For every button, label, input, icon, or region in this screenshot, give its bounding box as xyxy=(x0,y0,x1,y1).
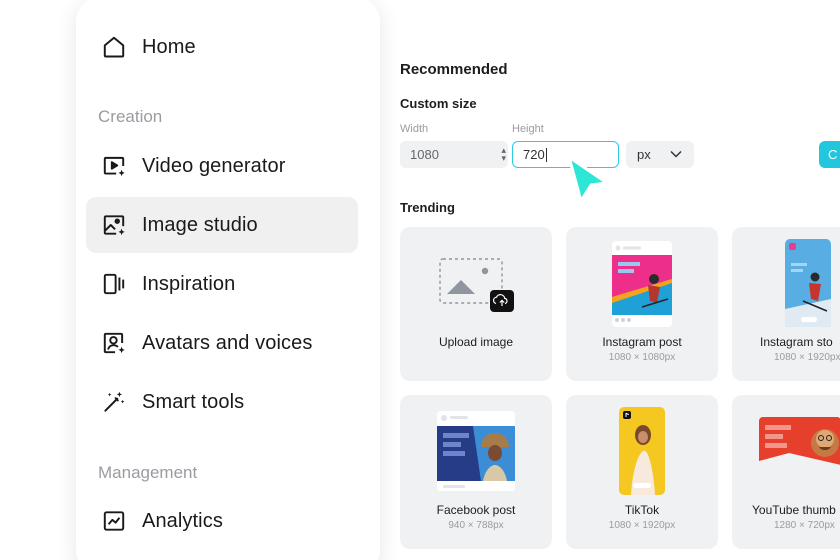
width-value: 1080 xyxy=(410,147,439,162)
upload-image-card[interactable]: Upload image xyxy=(400,227,552,381)
instagram-post-card[interactable]: Instagram post 1080 × 1080px xyxy=(566,227,718,381)
video-sparkle-icon xyxy=(100,152,128,180)
card-title: YouTube thumb xyxy=(752,503,836,517)
nav-item-label: Image studio xyxy=(142,213,258,236)
width-label: Width xyxy=(400,123,429,135)
unit-select[interactable]: px xyxy=(626,141,694,168)
card-title: TikTok xyxy=(624,503,660,517)
height-label: Height xyxy=(512,123,544,135)
avatar-icon xyxy=(100,329,128,357)
nav-analytics[interactable]: Analytics xyxy=(86,493,358,549)
nav-avatars-voices[interactable]: Avatars and voices xyxy=(86,315,358,371)
nav-item-label: Inspiration xyxy=(142,272,236,295)
unit-value: px xyxy=(637,147,651,162)
instagram-story-thumbnail xyxy=(785,239,831,327)
main-panel: Recommended Custom size Width 1080 ▴ ▾ He… xyxy=(400,0,840,560)
nav-item-label: Avatars and voices xyxy=(142,331,313,354)
facebook-post-card[interactable]: Facebook post 940 × 788px xyxy=(400,395,552,549)
custom-size-heading: Custom size xyxy=(400,96,477,111)
width-stepper-icon[interactable]: ▴ ▾ xyxy=(501,146,506,163)
nav-smart-tools[interactable]: Smart tools xyxy=(86,374,358,430)
nav-item-label: Smart tools xyxy=(142,390,245,413)
card-title: Upload image xyxy=(438,335,514,349)
card-title: Instagram post xyxy=(602,335,682,349)
create-button-label: C xyxy=(828,147,838,162)
instagram-post-thumbnail xyxy=(612,241,672,327)
section-management: Management xyxy=(98,463,198,482)
card-dimensions: 1080 × 1080px xyxy=(608,352,676,363)
card-title: Instagram sto xyxy=(760,335,833,349)
nav-analytics-label: Analytics xyxy=(142,509,223,532)
create-button[interactable]: C xyxy=(819,141,840,168)
card-title: Facebook post xyxy=(436,503,516,517)
trending-heading: Trending xyxy=(400,200,455,215)
nav-home[interactable]: Home xyxy=(86,19,358,75)
youtube-thumbnail-card[interactable]: YouTube thumb 1280 × 720px xyxy=(732,395,840,549)
section-creation: Creation xyxy=(98,107,163,126)
width-field[interactable]: 1080 ▴ ▾ xyxy=(400,141,508,168)
card-dimensions: 940 × 788px xyxy=(448,520,504,531)
facebook-post-thumbnail xyxy=(437,411,515,491)
tiktok-card[interactable]: TikTok 1080 × 1920px xyxy=(566,395,718,549)
analytics-icon xyxy=(100,507,128,535)
sidebar: Home Creation Video generator Image stud… xyxy=(76,0,380,560)
chevron-down-icon xyxy=(670,150,682,158)
image-sparkle-icon xyxy=(100,211,128,239)
card-dimensions: 1280 × 720px xyxy=(774,520,835,531)
tiktok-thumbnail xyxy=(619,407,665,495)
youtube-thumbnail-preview xyxy=(759,417,840,473)
height-value: 720 xyxy=(523,147,545,162)
nav-video-generator[interactable]: Video generator xyxy=(86,138,358,194)
card-dimensions: 1080 × 1920px xyxy=(608,520,676,531)
nav-image-studio[interactable]: Image studio xyxy=(86,197,358,253)
instagram-story-card[interactable]: Instagram sto 1080 × 1920px xyxy=(732,227,840,381)
card-dimensions: 1080 × 1920px xyxy=(774,352,840,363)
image-placeholder-icon xyxy=(439,258,514,312)
recommended-heading: Recommended xyxy=(400,61,508,78)
inspiration-icon xyxy=(100,270,128,298)
nav-home-label: Home xyxy=(142,35,196,58)
home-icon xyxy=(100,33,128,61)
nav-inspiration[interactable]: Inspiration xyxy=(86,256,358,312)
cursor-pointer-icon xyxy=(567,155,609,203)
nav-item-label: Video generator xyxy=(142,154,286,177)
magic-wand-icon xyxy=(100,388,128,416)
